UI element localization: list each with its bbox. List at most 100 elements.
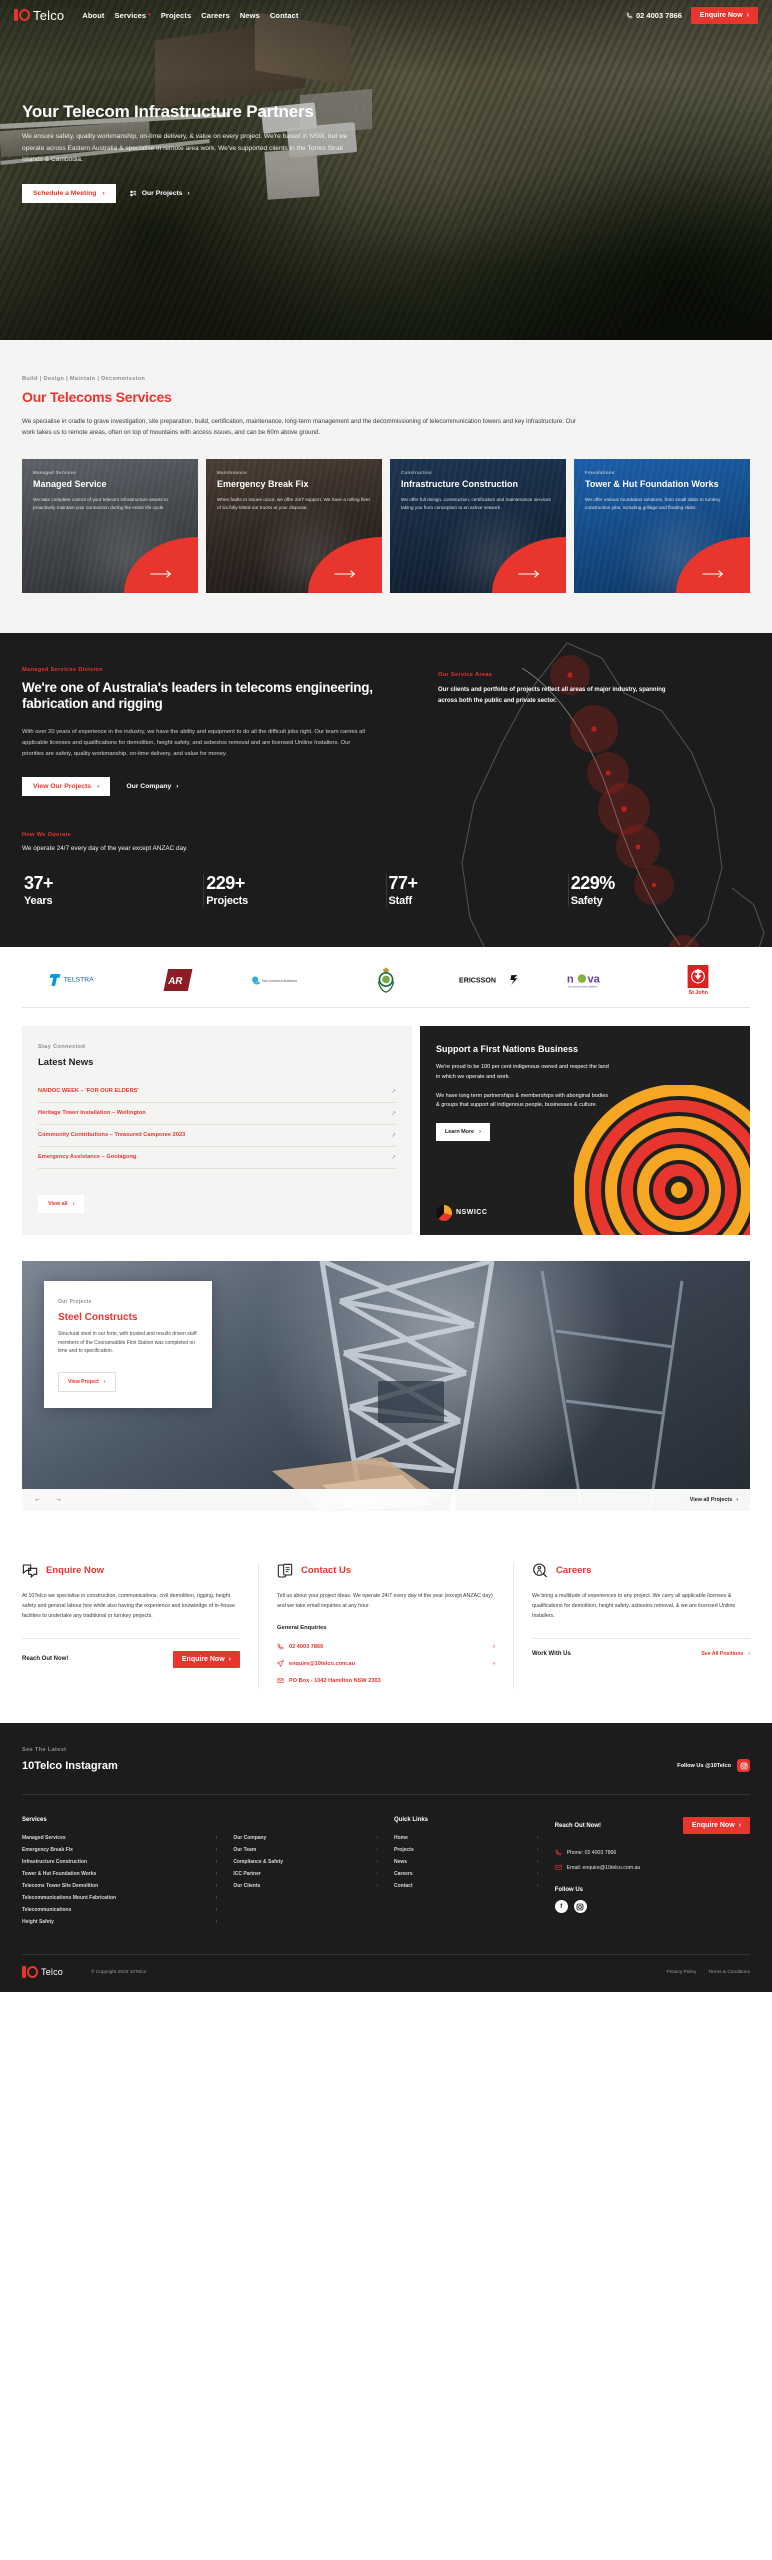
nav-item-careers[interactable]: Careers (201, 11, 230, 20)
nswicc-learn-more-button[interactable]: Learn More › (436, 1123, 490, 1142)
nswicc-paragraph-1: We're proud to be 100 per cent indigenou… (436, 1063, 609, 1080)
logo-text: Telco (33, 7, 65, 23)
view-project-button[interactable]: View Project › (58, 1372, 116, 1393)
contact-phone-row[interactable]: 02 4003 7866 › (277, 1638, 495, 1655)
footer-link[interactable]: Contact › (394, 1880, 539, 1892)
footer-link[interactable]: ICC Partner › (233, 1868, 378, 1880)
footer-phone-row[interactable]: Phone: 02 4003 7866 (555, 1845, 750, 1860)
footer-column-heading: Services (22, 1817, 47, 1824)
footer-link[interactable]: Compliance & Safety › (233, 1856, 378, 1868)
our-company-button[interactable]: Our Company › (126, 783, 178, 790)
instagram-follow-label: Follow Us @10Telco (677, 1762, 731, 1769)
service-card[interactable]: Managed Services Managed Service We take… (22, 458, 198, 593)
nav-item-about[interactable]: About (82, 11, 104, 20)
service-card[interactable]: Maintenance Emergency Break Fix When fau… (206, 458, 382, 593)
cta-footer: Work With Us See All Positions › (532, 1637, 750, 1657)
footer-columns: Services Managed Services › Emergency Bre… (22, 1794, 750, 1954)
nav-item-projects[interactable]: Projects (161, 11, 191, 20)
footer-column-contact: Reach Out Now! Enquire Now › Phone: 02 40… (554, 1817, 750, 1928)
footer-column-company: Our Company › Our Team › Compliance & Safe… (233, 1817, 378, 1928)
footer-link-label: Projects (394, 1847, 414, 1854)
footer-link[interactable]: Projects › (394, 1844, 539, 1856)
ericsson-logo-icon: ERICSSON (459, 974, 518, 985)
news-list-item[interactable]: Emergency Assistance – Goolagong ↗ (38, 1147, 396, 1169)
footer-link[interactable]: Height Safety › (22, 1916, 217, 1928)
service-card[interactable]: Construction Infrastructure Construction… (390, 458, 566, 593)
privacy-policy-link[interactable]: Privacy Policy (667, 1970, 697, 1975)
news-list-item[interactable]: NAIDOC WEEK – 'FOR OUR ELDERS' ↗ (38, 1081, 396, 1103)
leaders-heading: We're one of Australia's leaders in tele… (22, 679, 373, 712)
terms-conditions-link[interactable]: Terms & Conditions (708, 1970, 750, 1975)
chevron-right-icon: › (215, 1835, 218, 1842)
see-all-positions-button[interactable]: See All Positions › (701, 1650, 750, 1657)
slider-view-all-projects-button[interactable]: View all Projects › (690, 1497, 738, 1503)
see-all-positions-label: See All Positions (701, 1650, 744, 1657)
service-card-desc: We offer various foundation solutions, f… (585, 496, 721, 510)
service-card[interactable]: Foundations Tower & Hut Foundation Works… (574, 458, 750, 593)
hero-content: Your Telecom Infrastructure Partners We … (0, 30, 772, 203)
cta-header: Contact Us (277, 1563, 495, 1579)
service-card-arrow-button[interactable] (492, 536, 566, 593)
nav-item-contact[interactable]: Contact (270, 11, 299, 20)
footer-logo[interactable]: Telco (22, 1966, 63, 1979)
footer-link[interactable]: Home › (394, 1832, 539, 1844)
stat-label: Projects (206, 894, 249, 907)
contact-email-row[interactable]: enquire@10telco.com.au › (277, 1655, 495, 1672)
schedule-meeting-button[interactable]: Schedule a Meeting › (22, 183, 116, 203)
footer-link-label: Infrastructure Construction (22, 1859, 88, 1866)
news-list-item[interactable]: Heritage Tower Installation – Wellington… (38, 1103, 396, 1125)
site-logo[interactable]: Telco (14, 8, 64, 23)
site-footer: See The Latest 10Telco Instagram Follow … (0, 1723, 772, 1993)
nav-item-services[interactable]: Services ▾ (115, 11, 151, 20)
service-card-arrow-button[interactable] (124, 536, 198, 593)
bai-communications-logo-icon: bai communications (252, 976, 297, 985)
footer-link[interactable]: Infrastructure Construction › (22, 1856, 217, 1868)
service-card-arrow-button[interactable] (308, 536, 382, 593)
svg-text:ERICSSON: ERICSSON (459, 976, 496, 984)
news-view-all-button[interactable]: View all › (38, 1194, 85, 1213)
chevron-right-icon: › (537, 1883, 539, 1890)
slider-prev-button[interactable]: ← (34, 1496, 41, 1503)
footer-email-row[interactable]: Email: enquire@10telco.com.au (555, 1860, 750, 1875)
nswicc-logo-text: NSWICC (456, 1209, 488, 1217)
footer-link[interactable]: Managed Services › (22, 1832, 217, 1844)
nav-item-news[interactable]: News (240, 11, 260, 20)
footer-link[interactable]: Our Team › (233, 1844, 378, 1856)
chevron-right-icon: › (215, 1847, 218, 1854)
footer-link[interactable]: Tower & Hut Foundation Works › (22, 1868, 217, 1880)
instagram-follow-link[interactable]: Follow Us @10Telco (677, 1759, 750, 1773)
contact-phone-text: 02 4003 7866 (289, 1643, 324, 1650)
footer-link[interactable]: News › (394, 1856, 539, 1868)
our-projects-button[interactable]: Our Projects › (130, 190, 190, 197)
service-card-eyebrow: Maintenance (217, 469, 247, 475)
nswicc-learn-more-label: Learn More (445, 1129, 475, 1136)
footer-column-services: Services Managed Services › Emergency Bre… (22, 1817, 217, 1928)
chevron-right-icon: › (215, 1859, 218, 1866)
cta-enquire-now-button[interactable]: Enquire Now › (172, 1650, 240, 1668)
footer-link-label: Compliance & Safety (233, 1859, 284, 1866)
news-list-item[interactable]: Community Contributions – Treasured Camp… (38, 1125, 396, 1147)
arrow-right-icon (518, 570, 540, 578)
footer-link[interactable]: Our Clients › (233, 1880, 378, 1892)
facebook-icon[interactable]: f (554, 1900, 568, 1914)
footer-link[interactable]: Telecommunications Mount Fabrication › (22, 1892, 217, 1904)
service-card-arrow-button[interactable] (676, 536, 750, 593)
header-phone[interactable]: 02 4003 7866 (626, 11, 682, 20)
cta-title: Contact Us (301, 1565, 352, 1577)
footer-link[interactable]: Careers › (394, 1868, 539, 1880)
footer-enquire-now-button[interactable]: Enquire Now › (682, 1817, 750, 1835)
slider-next-button[interactable]: → (55, 1496, 62, 1503)
chevron-right-icon: › (215, 1895, 218, 1902)
view-our-projects-button[interactable]: View Our Projects › (22, 776, 111, 796)
instagram-icon[interactable] (573, 1900, 587, 1914)
footer-link[interactable]: Our Company › (233, 1832, 378, 1844)
footer-link[interactable]: Telecoms Tower Site Demolition › (22, 1880, 217, 1892)
header-enquire-button[interactable]: Enquire Now › (690, 6, 758, 24)
footer-link[interactable]: Telecommunications › (22, 1904, 217, 1916)
cta-enquire-now-label: Enquire Now (181, 1655, 225, 1663)
instagram-title: 10Telco Instagram (22, 1760, 118, 1773)
footer-link[interactable]: Emergency Break Fix › (22, 1844, 217, 1856)
mobile-document-icon (277, 1563, 293, 1578)
service-areas-eyebrow: Our Service Areas (438, 671, 493, 678)
partner-logo-bai-communications: bai communications (230, 967, 334, 993)
